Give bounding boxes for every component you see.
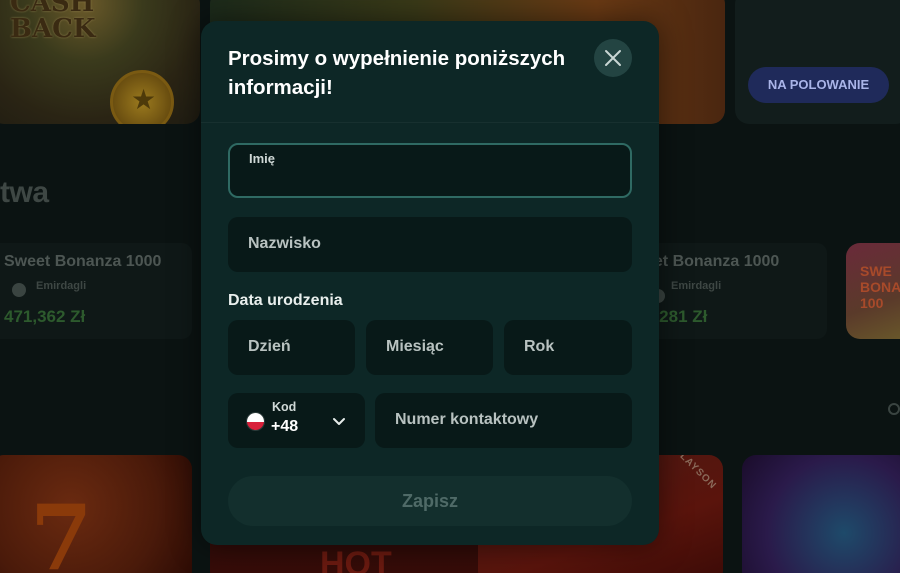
country-code-label: Kod [272, 400, 297, 414]
seven-symbol-icon: 7 [30, 485, 93, 573]
dob-day-placeholder: Dzień [248, 338, 291, 355]
pin-icon[interactable] [888, 403, 900, 415]
win-username: Emirdagli [36, 280, 87, 292]
dob-month-select[interactable]: Miesiąc [366, 320, 493, 375]
cashback-promo-tile[interactable]: CASH BACK [0, 0, 200, 124]
win-card[interactable]: eet Bonanza 1000 Emirdagli 7,281 Zł [645, 243, 827, 339]
hunt-promo-tile[interactable] [735, 0, 900, 124]
phone-number-placeholder: Numer kontaktowy [395, 411, 539, 428]
win-game-name: Sweet Bonanza 1000 [4, 253, 162, 270]
coin-icon [110, 70, 174, 124]
profile-info-modal: Prosimy o wypełnienie poniższych informa… [201, 21, 659, 545]
win-username: Emirdagli [671, 280, 722, 292]
last-name-field[interactable]: Nazwisko [228, 217, 632, 272]
dob-month-placeholder: Miesiąc [386, 338, 444, 355]
win-card[interactable]: Sweet Bonanza 1000 Emirdagli 471,362 Zł [0, 243, 192, 339]
dob-day-select[interactable]: Dzień [228, 320, 355, 375]
last-name-placeholder: Nazwisko [248, 235, 321, 252]
game-thumbnail-title: HOT [320, 545, 392, 573]
poland-flag-icon [246, 412, 265, 431]
win-amount: 471,362 Zł [4, 307, 86, 326]
game-thumbnail[interactable]: 7 [0, 455, 192, 573]
section-title: twa [0, 176, 49, 209]
dob-year-placeholder: Rok [524, 338, 555, 355]
win-game-name: eet Bonanza 1000 [645, 253, 780, 270]
provider-badge: PLAYSON [672, 455, 719, 492]
first-name-label: Imię [249, 151, 276, 166]
save-button[interactable]: Zapisz [228, 476, 632, 526]
game-thumbnail[interactable]: SWE BONA 100 [846, 243, 900, 339]
close-icon [605, 50, 621, 66]
modal-title: Prosimy o wypełnienie poniższych informa… [228, 47, 566, 99]
chevron-down-icon [333, 418, 345, 425]
dob-label: Data urodzenia [228, 292, 343, 309]
phone-number-field[interactable]: Numer kontaktowy [375, 393, 632, 448]
first-name-field[interactable]: Imię [228, 143, 632, 198]
country-code-value: +48 [271, 418, 299, 435]
dob-year-select[interactable]: Rok [504, 320, 632, 375]
user-icon [12, 283, 26, 297]
hunt-button[interactable]: NA POLOWANIE [748, 67, 889, 103]
close-button[interactable] [594, 39, 632, 77]
country-code-select[interactable]: Kod +48 [228, 393, 365, 448]
divider [201, 122, 659, 123]
game-thumbnail[interactable] [742, 455, 900, 573]
cashback-text: CASH BACK [10, 0, 96, 44]
game-thumbnail-title: SWE BONA 100 [860, 263, 900, 311]
